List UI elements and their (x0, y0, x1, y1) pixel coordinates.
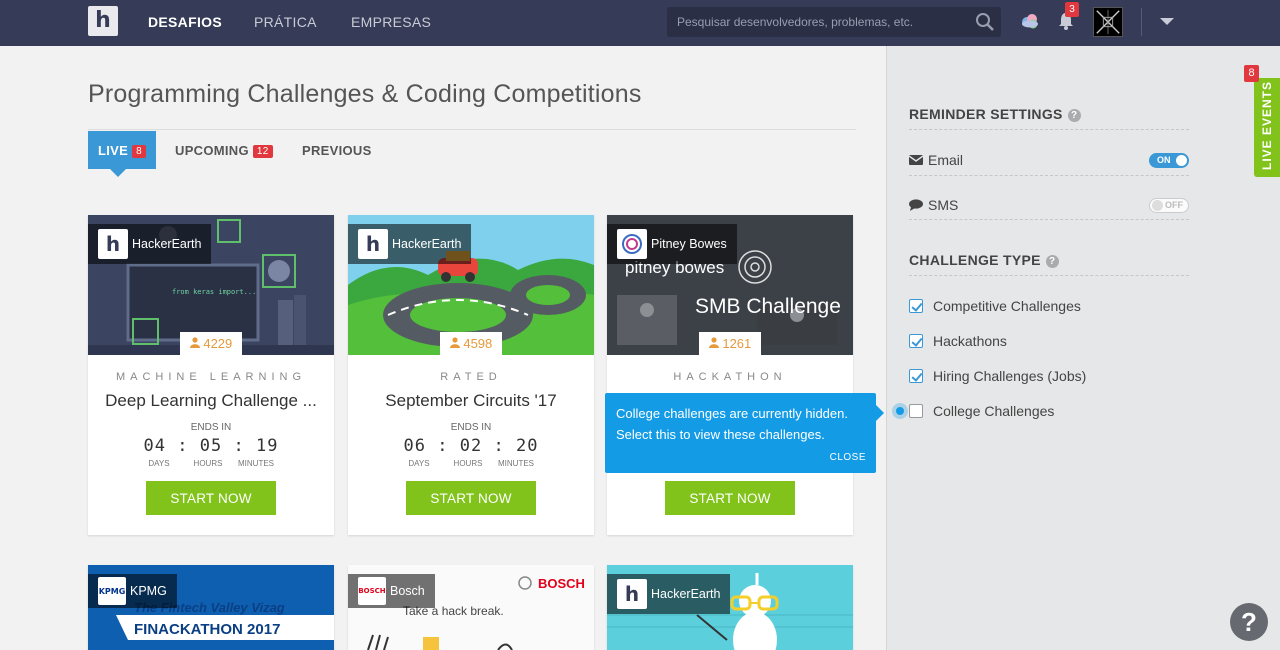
challenge-card[interactable]: from keras import... h HackerEarth 4229 M… (88, 215, 334, 535)
checkbox[interactable] (909, 404, 923, 418)
sidebar: REMINDER SETTINGS? Email ON SMS OFF CHAL… (886, 46, 1280, 650)
nav-divider (1141, 8, 1142, 36)
divider (909, 129, 1189, 130)
help-icon[interactable]: ? (1045, 255, 1059, 268)
ends-in-label: ENDS IN (190, 422, 232, 433)
card-banner: h HackerEarth (607, 565, 853, 650)
timer-unit-days: DAYS (148, 459, 170, 468)
sms-reminder-row: SMS (909, 197, 958, 213)
divider (909, 275, 1189, 276)
org-logo (617, 229, 647, 259)
card-banner-title: FINACKATHON 2017 (134, 621, 280, 638)
card-banner-brand: BOSCH (538, 576, 585, 591)
org-logo: KPMG (98, 577, 126, 605)
live-events-tab[interactable]: LIVE EVENTS (1254, 78, 1280, 177)
start-now-button[interactable]: START NOW (406, 481, 536, 515)
challenge-type-heading: CHALLENGE TYPE? (909, 252, 1059, 268)
registration-count: 1261 (699, 332, 761, 356)
tab-live[interactable]: LIVE 8 (88, 131, 156, 177)
search-icon[interactable] (975, 12, 995, 32)
nav-empresas[interactable]: EMPRESAS (351, 14, 431, 30)
sms-toggle[interactable]: OFF (1149, 198, 1189, 213)
help-button[interactable]: ? (1230, 603, 1268, 641)
tab-upcoming[interactable]: UPCOMING 12 (165, 131, 283, 169)
challenge-name[interactable]: Deep Learning Challenge ... (88, 391, 334, 411)
card-org: h HackerEarth (607, 574, 731, 614)
nav-desafios[interactable]: DESAFIOS (148, 14, 222, 30)
card-banner: BOSCH Take a hack break. BOSCH Bosch (348, 565, 594, 650)
challenge-card[interactable]: pitney bowes SMB Challenge Pitney Bowes … (607, 215, 853, 535)
countdown-timer: 04 : 05 : 19 (143, 436, 279, 456)
cloud-icon[interactable] (1019, 11, 1041, 31)
card-org: KPMG KPMG (88, 574, 177, 608)
live-events-badge: 8 (1244, 65, 1259, 82)
chat-bubble-icon (909, 199, 923, 211)
tooltip-close-button[interactable]: CLOSE (830, 452, 866, 463)
tooltip-text: College challenges are currently hidden.… (616, 406, 848, 442)
tooltip-beacon[interactable] (892, 403, 908, 419)
challenge-type: RATED (440, 371, 502, 383)
timer-unit-hours: HOURS (193, 459, 223, 468)
page-title: Programming Challenges & Coding Competit… (88, 80, 642, 108)
org-logo: BOSCH (358, 577, 386, 605)
timer-unit-days: DAYS (408, 459, 430, 468)
challenge-card[interactable]: The Fintech Valley Vizag FINACKATHON 201… (88, 565, 334, 650)
chevron-down-icon[interactable] (1160, 18, 1174, 25)
challenge-card[interactable]: h HackerEarth (607, 565, 853, 650)
email-toggle[interactable]: ON (1149, 153, 1189, 168)
registration-count: 4598 (440, 332, 502, 356)
challenge-name[interactable]: September Circuits '17 (348, 391, 594, 411)
tab-previous[interactable]: PREVIOUS (292, 131, 382, 169)
top-nav: h DESAFIOS PRÁTICA EMPRESAS 3 (0, 0, 1280, 46)
org-logo: h (617, 579, 647, 609)
tab-count: 12 (252, 145, 273, 158)
timer-unit-minutes: MINUTES (238, 459, 274, 468)
checkbox[interactable] (909, 299, 923, 313)
hackerearth-logo[interactable]: h (88, 6, 118, 36)
start-now-button[interactable]: START NOW (665, 481, 795, 515)
challenge-card[interactable]: h HackerEarth 4598 RATED September Circui… (348, 215, 594, 535)
search-input[interactable] (667, 7, 967, 37)
checkbox[interactable] (909, 334, 923, 348)
registration-count: 4229 (180, 332, 242, 356)
card-banner-title: SMB Challenge (695, 295, 841, 318)
nav-pratica[interactable]: PRÁTICA (254, 14, 317, 30)
card-org: BOSCH Bosch (348, 574, 435, 608)
card-code-text: from keras import... (172, 288, 256, 296)
notification-badge: 3 (1065, 2, 1079, 17)
help-icon[interactable]: ? (1067, 109, 1081, 122)
challenge-type: MACHINE LEARNING (115, 371, 307, 383)
card-org: h HackerEarth (348, 224, 472, 264)
card-org: h HackerEarth (88, 224, 212, 264)
avatar[interactable] (1093, 7, 1123, 37)
card-banner: The Fintech Valley Vizag FINACKATHON 201… (88, 565, 334, 650)
college-challenges-tooltip: College challenges are currently hidden.… (605, 393, 884, 473)
reminder-settings-heading: REMINDER SETTINGS? (909, 106, 1081, 122)
card-org: Pitney Bowes (607, 224, 737, 264)
user-icon (189, 337, 200, 348)
tab-count: 8 (132, 145, 146, 158)
checkbox[interactable] (909, 369, 923, 383)
start-now-button[interactable]: START NOW (146, 481, 276, 515)
org-logo: h (98, 229, 128, 259)
user-icon (708, 337, 719, 348)
divider (909, 175, 1189, 176)
tabs-divider (88, 129, 856, 130)
challenge-card[interactable]: BOSCH Take a hack break. BOSCH Bosch (348, 565, 594, 650)
org-logo: h (358, 229, 388, 259)
divider (909, 219, 1189, 220)
timer-unit-minutes: MINUTES (498, 459, 534, 468)
timer-unit-hours: HOURS (453, 459, 483, 468)
ends-in-label: ENDS IN (450, 422, 492, 433)
user-icon (449, 337, 460, 348)
challenge-type: HACKATHON (673, 371, 787, 383)
countdown-timer: 06 : 02 : 20 (403, 436, 539, 456)
envelope-icon (909, 155, 923, 165)
search-box (667, 7, 1001, 37)
email-reminder-row: Email (909, 152, 963, 168)
